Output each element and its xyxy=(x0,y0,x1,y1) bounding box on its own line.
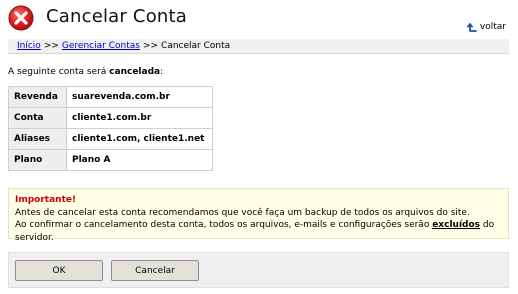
table-row: Conta cliente1.com.br xyxy=(8,107,213,129)
row-label-aliases: Aliases xyxy=(8,128,67,150)
cancel-button[interactable]: Cancelar xyxy=(111,260,199,281)
breadcrumb-separator: >> xyxy=(142,41,159,51)
action-bar: OK Cancelar xyxy=(8,252,509,288)
row-label-revenda: Revenda xyxy=(8,86,67,108)
back-link-label[interactable]: voltar xyxy=(480,22,506,32)
table-row: Aliases cliente1.com, cliente1.net xyxy=(8,128,213,150)
breadcrumb-current: Cancelar Conta xyxy=(161,41,231,51)
intro-prefix: A seguinte conta será xyxy=(8,67,110,77)
warning-line-2: Ao confirmar o cancelamento desta conta,… xyxy=(15,219,502,244)
back-link[interactable]: voltar xyxy=(467,20,506,34)
cancel-x-icon xyxy=(8,5,34,31)
warning-title: Importante! xyxy=(15,195,77,205)
row-label-conta: Conta xyxy=(8,107,67,129)
intro-text: A seguinte conta será cancelada: xyxy=(8,67,163,77)
warning-emphasis: excluídos xyxy=(432,220,481,230)
table-row: Revenda suarevenda.com.br xyxy=(8,86,213,108)
warning-line-2-text: Ao confirmar o cancelamento desta conta,… xyxy=(15,220,433,230)
breadcrumb-link-gerenciar-contas[interactable]: Gerenciar Contas xyxy=(62,41,140,51)
table-row: Plano Plano A xyxy=(8,149,213,171)
page-header: Cancelar Conta voltar xyxy=(0,0,518,38)
breadcrumb: Início >> Gerenciar Contas >> Cancelar C… xyxy=(8,39,509,54)
row-label-plano: Plano xyxy=(8,149,67,171)
warning-box: Importante! Antes de cancelar esta conta… xyxy=(8,188,509,243)
intro-emphasis: cancelada xyxy=(109,67,161,77)
ok-button[interactable]: OK xyxy=(15,260,103,281)
row-value-aliases: cliente1.com, cliente1.net xyxy=(66,128,213,150)
row-value-conta: cliente1.com.br xyxy=(66,107,213,129)
row-value-revenda: suarevenda.com.br xyxy=(66,86,213,108)
page-title: Cancelar Conta xyxy=(46,6,188,27)
warning-line-1: Antes de cancelar esta conta recomendamo… xyxy=(15,207,470,218)
back-arrow-icon xyxy=(467,22,478,33)
row-value-plano: Plano A xyxy=(66,149,213,171)
breadcrumb-link-inicio[interactable]: Início xyxy=(17,41,41,51)
breadcrumb-separator: >> xyxy=(43,41,59,51)
intro-suffix: : xyxy=(160,67,164,77)
account-details-table: Revenda suarevenda.com.br Conta cliente1… xyxy=(8,86,213,171)
